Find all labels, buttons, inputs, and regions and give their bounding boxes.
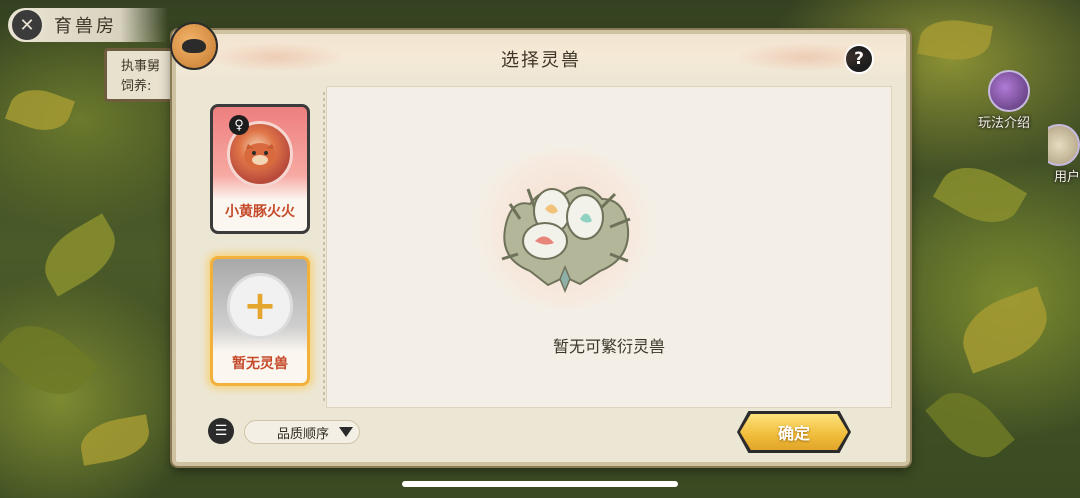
list-filter-icon: ☰ (214, 423, 228, 439)
keeper-info-panel: 执事舅 饲养: (104, 48, 176, 102)
guide-icon (988, 70, 1031, 112)
empty-beast-slot[interactable]: + 暂无灵兽 (210, 256, 310, 386)
select-beast-dialog: 选择灵兽 ? ♀ 小黄豚火火 + 暂无灵兽 暂无可繁衍灵兽 ☰ 品质顺序 确定 (170, 22, 910, 466)
home-indicator[interactable] (402, 481, 678, 487)
dialog-title: 选择灵兽 (501, 50, 581, 71)
filter-button[interactable]: ☰ (208, 418, 234, 444)
pig-icon (244, 143, 276, 169)
female-icon: ♀ (229, 115, 249, 135)
dropdown-arrow-icon (339, 427, 353, 437)
add-slot: + (227, 273, 293, 339)
guide-button[interactable]: 玩法介绍 (978, 70, 1031, 131)
guide-label: 玩法介绍 (978, 116, 1031, 131)
room-title: 育兽房 (54, 16, 117, 37)
beast-name: 小黄豚火火 (225, 204, 295, 220)
keeper-line: 执事舅 (121, 59, 161, 74)
plus-icon: + (243, 283, 277, 329)
sort-label: 品质顺序 (277, 426, 330, 442)
user-label: 用户 (1053, 170, 1080, 185)
list-divider (323, 92, 325, 402)
fox-emblem-icon (170, 22, 218, 70)
user-icon (1048, 124, 1080, 166)
close-button[interactable]: ✕ (10, 8, 44, 42)
question-icon: ? (854, 49, 864, 69)
empty-slot-label: 暂无灵兽 (232, 356, 288, 372)
feed-line: 饲养: (121, 79, 152, 94)
nest-illustration (475, 149, 655, 309)
close-icon: ✕ (19, 14, 35, 36)
sort-dropdown[interactable]: 品质顺序 (244, 420, 360, 444)
confirm-button[interactable]: 确定 (740, 414, 848, 450)
empty-message: 暂无可繁衍灵兽 (552, 337, 665, 356)
breeding-area: 暂无可繁衍灵兽 (326, 86, 892, 408)
beast-card[interactable]: ♀ 小黄豚火火 (210, 104, 310, 234)
help-button[interactable]: ? (844, 44, 874, 74)
user-button[interactable]: 用户 (1048, 124, 1080, 185)
room-title-bar: ✕ 育兽房 (8, 8, 168, 42)
nest-eggs-icon (501, 186, 631, 293)
dialog-header: 选择灵兽 ? (176, 34, 906, 84)
